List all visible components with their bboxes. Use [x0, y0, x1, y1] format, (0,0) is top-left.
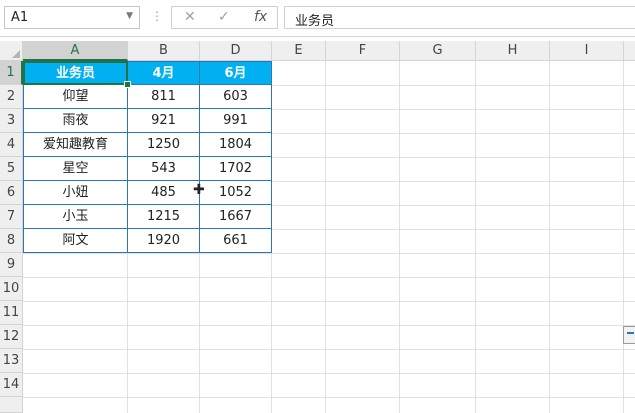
table-header-april[interactable]: 4月 — [128, 61, 200, 85]
cancel-icon[interactable]: ✕ — [184, 9, 196, 25]
quick-analysis-icon[interactable] — [623, 326, 635, 344]
table-cell-april[interactable]: 543 — [128, 157, 200, 181]
column-header-partial[interactable] — [624, 41, 635, 61]
table-cell-june[interactable]: 991 — [200, 109, 272, 133]
row-header-6[interactable]: 6 — [0, 181, 23, 205]
column-header-g[interactable]: G — [400, 41, 476, 61]
table-cell-name[interactable]: 小玉 — [23, 205, 128, 229]
row-header-3[interactable]: 3 — [0, 109, 23, 133]
column-header-h[interactable]: H — [476, 41, 550, 61]
select-all-button[interactable] — [0, 41, 23, 61]
row-header-5[interactable]: 5 — [0, 157, 23, 181]
table-cell-june[interactable]: 1052 — [200, 181, 272, 205]
active-cell-outline — [23, 61, 128, 85]
table-cell-name[interactable]: 爱知趣教育 — [23, 133, 128, 157]
table-cell-april[interactable]: 921 — [128, 109, 200, 133]
row-header-11[interactable]: 11 — [0, 301, 23, 325]
row-header-15[interactable] — [0, 397, 23, 413]
formula-input[interactable]: 业务员 — [284, 6, 635, 29]
formula-buttons: ✕ ✓ fx — [171, 6, 278, 29]
table-cell-june[interactable]: 661 — [200, 229, 272, 253]
column-header-d[interactable]: D — [200, 41, 272, 61]
cell-select-cursor-icon: ✚ — [193, 182, 205, 198]
column-header-a[interactable]: A — [23, 41, 128, 61]
fill-handle[interactable] — [124, 81, 131, 88]
row-header-1[interactable]: 1 — [0, 61, 23, 85]
chevron-down-icon[interactable]: ▼ — [126, 11, 133, 21]
row-header-13[interactable]: 13 — [0, 349, 23, 373]
row-header-14[interactable]: 14 — [0, 373, 23, 397]
row-header-4[interactable]: 4 — [0, 133, 23, 157]
table-cell-april[interactable]: 1920 — [128, 229, 200, 253]
table-cell-june[interactable]: 1804 — [200, 133, 272, 157]
column-header-e[interactable]: E — [272, 41, 326, 61]
row-header-7[interactable]: 7 — [0, 205, 23, 229]
table-cell-name[interactable]: 阿文 — [23, 229, 128, 253]
column-header-i[interactable]: I — [550, 41, 624, 61]
table-cell-april[interactable]: 485 — [128, 181, 200, 205]
table-cell-name[interactable]: 小妞 — [23, 181, 128, 205]
table-cell-june[interactable]: 1702 — [200, 157, 272, 181]
table-cell-june[interactable]: 1667 — [200, 205, 272, 229]
table-cell-april[interactable]: 811 — [128, 85, 200, 109]
name-box[interactable]: A1 ▼ — [4, 6, 140, 29]
column-header-f[interactable]: F — [326, 41, 400, 61]
formula-bar: A1 ▼ ⋮ ✕ ✓ fx 业务员 — [0, 0, 635, 37]
row-header-10[interactable]: 10 — [0, 277, 23, 301]
enter-icon[interactable]: ✓ — [218, 9, 230, 25]
row-header-2[interactable]: 2 — [0, 85, 23, 109]
table-cell-name[interactable]: 仰望 — [23, 85, 128, 109]
insert-function-icon[interactable]: fx — [254, 9, 267, 25]
table-cell-april[interactable]: 1250 — [128, 133, 200, 157]
table-cell-april[interactable]: 1215 — [128, 205, 200, 229]
table-header-june[interactable]: 6月 — [200, 61, 272, 85]
table-cell-name[interactable]: 雨夜 — [23, 109, 128, 133]
column-header-b[interactable]: B — [128, 41, 200, 61]
formula-input-value: 业务员 — [295, 14, 335, 29]
row-header-9[interactable]: 9 — [0, 253, 23, 277]
drag-handle-icon[interactable]: ⋮ — [151, 9, 163, 23]
table-cell-name[interactable]: 星空 — [23, 157, 128, 181]
row-header-8[interactable]: 8 — [0, 229, 23, 253]
name-box-value: A1 — [11, 10, 29, 25]
row-header-12[interactable]: 12 — [0, 325, 23, 349]
table-cell-june[interactable]: 603 — [200, 85, 272, 109]
